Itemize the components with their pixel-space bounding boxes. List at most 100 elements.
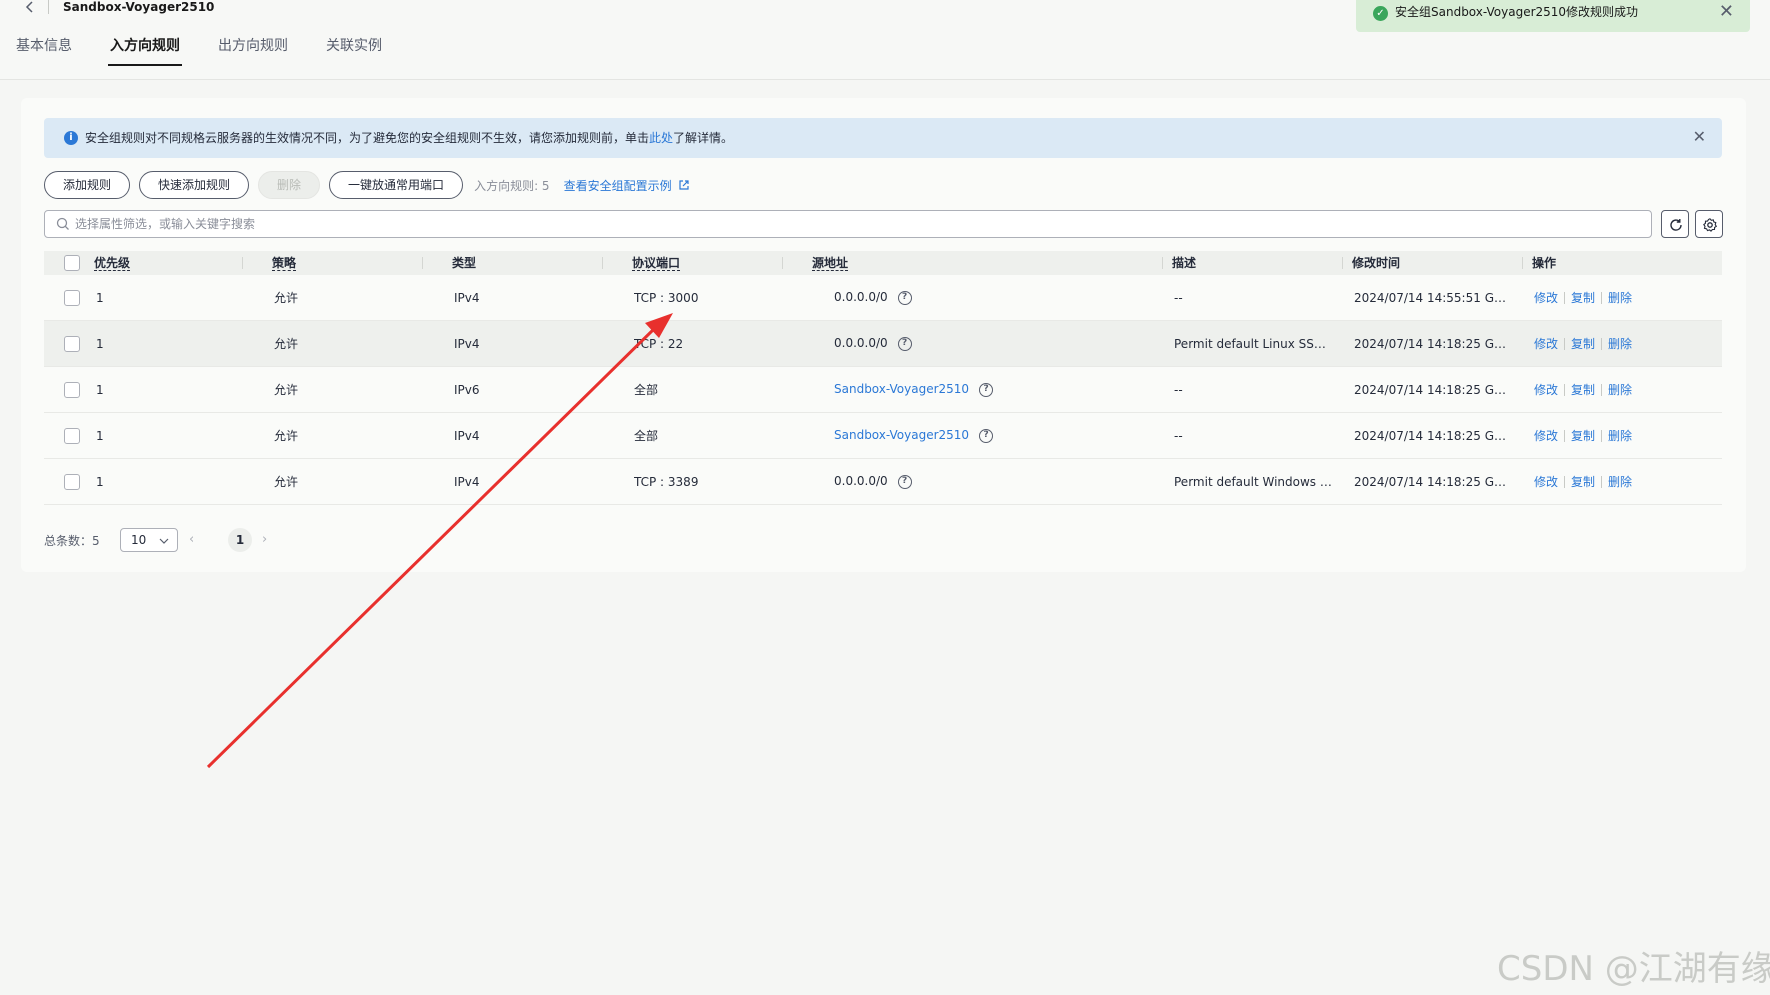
port-cell: 全部: [634, 429, 659, 443]
modified-cell: 2024/07/14 14:55:51 GMT+...: [1354, 291, 1514, 305]
column-divider: [422, 257, 423, 269]
col-source[interactable]: 源地址: [812, 256, 849, 271]
divider: [1564, 430, 1566, 442]
refresh-button[interactable]: [1661, 210, 1689, 238]
port-cell: TCP : 3000: [634, 291, 699, 305]
table-header: 优先级 策略 类型 协议端口 源地址 描述 修改时间 操作: [44, 251, 1722, 275]
edit-link[interactable]: 修改: [1534, 337, 1558, 351]
external-link-icon: [678, 179, 690, 191]
policy-cell: 允许: [274, 291, 299, 305]
row-checkbox[interactable]: [64, 336, 80, 352]
delete-link[interactable]: 删除: [1608, 291, 1632, 305]
copy-link[interactable]: 复制: [1571, 383, 1595, 397]
tab-basic-info[interactable]: 基本信息: [16, 36, 72, 66]
column-divider: [782, 257, 783, 269]
copy-link[interactable]: 复制: [1571, 475, 1595, 489]
source-value: 0.0.0.0/0: [834, 336, 888, 350]
copy-link[interactable]: 复制: [1571, 291, 1595, 305]
modified-cell: 2024/07/14 14:18:25 GMT+...: [1354, 383, 1514, 397]
prev-page-icon[interactable]: ‹: [189, 532, 194, 547]
search-input[interactable]: [75, 214, 1635, 234]
help-icon[interactable]: ?: [979, 382, 994, 397]
config-example-link[interactable]: 查看安全组配置示例: [564, 177, 690, 194]
toast-close-icon[interactable]: ✕: [1719, 2, 1734, 22]
divider: [1564, 476, 1566, 488]
select-all-checkbox[interactable]: [64, 255, 80, 271]
config-example-link-label: 查看安全组配置示例: [563, 178, 672, 193]
inbound-rules-table: 优先级 策略 类型 协议端口 源地址 描述 修改时间 操作 1 允许 IPv4 …: [44, 251, 1722, 505]
help-icon[interactable]: ?: [897, 474, 912, 489]
col-port[interactable]: 协议端口: [632, 256, 681, 271]
col-policy[interactable]: 策略: [272, 256, 297, 271]
chevron-down-icon: [159, 538, 169, 544]
current-page[interactable]: 1: [228, 528, 252, 552]
divider: [1601, 384, 1603, 396]
source-value: 0.0.0.0/0: [834, 474, 888, 488]
delete-button[interactable]: 删除: [258, 171, 321, 199]
row-checkbox[interactable]: [64, 290, 80, 306]
tab-associated-instances[interactable]: 关联实例: [326, 36, 382, 66]
delete-link[interactable]: 删除: [1608, 337, 1632, 351]
delete-link[interactable]: 删除: [1608, 475, 1632, 489]
divider: [1601, 476, 1603, 488]
next-page-icon[interactable]: ›: [262, 532, 267, 547]
page-size-value: 10: [131, 533, 147, 547]
page-size-select[interactable]: 10: [120, 528, 178, 552]
priority-cell: 1: [96, 291, 104, 305]
source-cell: 0.0.0.0/0?: [834, 473, 912, 489]
help-icon[interactable]: ?: [897, 290, 912, 305]
tab-outbound-rules[interactable]: 出方向规则: [218, 36, 288, 66]
table-row: 1 允许 IPv4 全部 Sandbox-Voyager2510? -- 202…: [44, 413, 1722, 459]
source-group-link[interactable]: Sandbox-Voyager2510: [834, 382, 969, 396]
notice-text-after: 了解详情。: [673, 131, 734, 145]
inbound-rule-count: 入方向规则: 5: [474, 178, 550, 193]
source-cell: Sandbox-Voyager2510?: [834, 427, 994, 443]
add-rule-button[interactable]: 添加规则: [44, 171, 131, 199]
actions-cell: 修改 复制 删除: [1534, 382, 1632, 398]
tab-inbound-rules[interactable]: 入方向规则: [108, 36, 182, 66]
help-icon[interactable]: ?: [979, 428, 994, 443]
type-cell: IPv4: [454, 291, 480, 305]
settings-button[interactable]: [1695, 210, 1723, 238]
actions-cell: 修改 复制 删除: [1534, 428, 1632, 444]
delete-link[interactable]: 删除: [1608, 429, 1632, 443]
source-cell: Sandbox-Voyager2510?: [834, 381, 994, 397]
row-checkbox[interactable]: [64, 428, 80, 444]
edit-link[interactable]: 修改: [1534, 429, 1558, 443]
copy-link[interactable]: 复制: [1571, 337, 1595, 351]
priority-cell: 1: [96, 475, 104, 489]
modified-cell: 2024/07/14 14:18:25 GMT+...: [1354, 429, 1514, 443]
row-checkbox[interactable]: [64, 474, 80, 490]
actions-cell: 修改 复制 删除: [1534, 336, 1632, 352]
col-description: 描述: [1172, 256, 1197, 270]
table-row: 1 允许 IPv4 TCP : 3000 0.0.0.0/0? -- 2024/…: [44, 275, 1722, 321]
page-title: Sandbox-Voyager2510: [63, 0, 215, 14]
copy-link[interactable]: 复制: [1571, 429, 1595, 443]
policy-cell: 允许: [274, 383, 299, 397]
col-actions: 操作: [1532, 256, 1557, 270]
back-arrow-icon[interactable]: [22, 0, 38, 16]
search-box[interactable]: [44, 210, 1652, 238]
edit-link[interactable]: 修改: [1534, 383, 1558, 397]
delete-link[interactable]: 删除: [1608, 383, 1632, 397]
modified-cell: 2024/07/14 14:18:25 GMT+...: [1354, 337, 1514, 351]
port-cell: TCP : 3389: [634, 475, 699, 489]
rules-toolbar: 添加规则 快速添加规则 删除 一键放通常用端口 入方向规则: 5 查看安全组配置…: [44, 171, 690, 199]
toast-message: 安全组Sandbox-Voyager2510修改规则成功: [1395, 5, 1639, 19]
actions-cell: 修改 复制 删除: [1534, 474, 1632, 490]
help-icon[interactable]: ?: [897, 336, 912, 351]
description-cell: Permit default Windows re...: [1174, 475, 1334, 489]
gear-icon: [1703, 218, 1718, 232]
source-group-link[interactable]: Sandbox-Voyager2510: [834, 428, 969, 442]
col-priority[interactable]: 优先级: [94, 256, 131, 271]
edit-link[interactable]: 修改: [1534, 475, 1558, 489]
success-toast: ✓ 安全组Sandbox-Voyager2510修改规则成功 ✕: [1356, 0, 1750, 32]
column-divider: [1342, 257, 1343, 269]
row-checkbox[interactable]: [64, 382, 80, 398]
notice-details-link[interactable]: 此处: [649, 131, 673, 145]
quick-add-rule-button[interactable]: 快速添加规则: [139, 171, 250, 199]
open-common-ports-button[interactable]: 一键放通常用端口: [329, 171, 464, 199]
source-cell: 0.0.0.0/0?: [834, 289, 912, 305]
edit-link[interactable]: 修改: [1534, 291, 1558, 305]
notice-close-icon[interactable]: ✕: [1693, 127, 1706, 146]
